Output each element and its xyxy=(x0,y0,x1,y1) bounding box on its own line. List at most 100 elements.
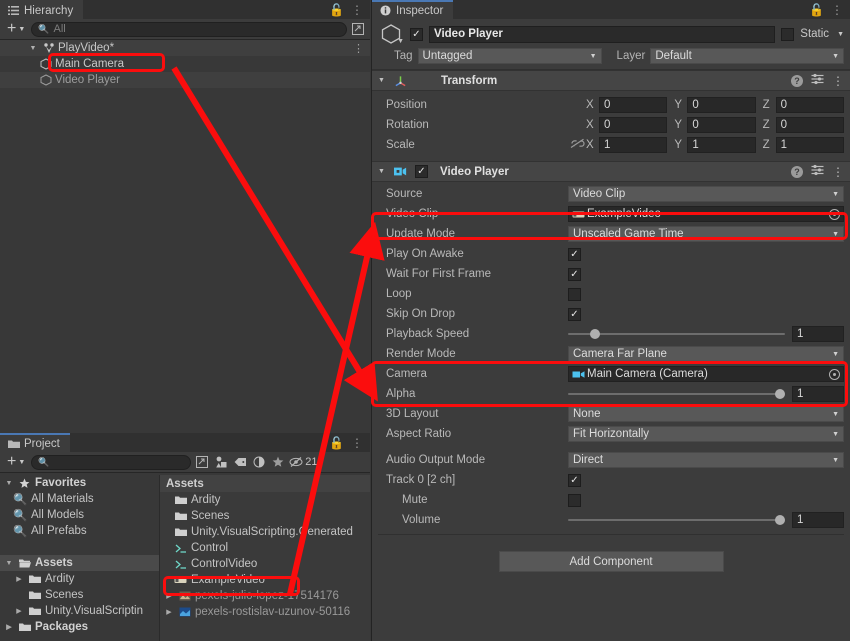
static-checkbox[interactable] xyxy=(781,27,795,41)
rotation-z-input[interactable]: 0 xyxy=(775,117,844,133)
hierarchy-row-video-player[interactable]: Video Player xyxy=(0,72,370,88)
expand-triangle-icon[interactable]: ▶ xyxy=(164,608,174,616)
gameobject-icon[interactable]: ▼ xyxy=(378,23,404,45)
asset-item-pexels-rostislav-uzunov[interactable]: ▶ pexels-rostislav-uzunov-50116 xyxy=(160,604,370,620)
favorites-star-icon[interactable] xyxy=(270,455,286,470)
project-tree-unity-visualscripting[interactable]: ▶ Unity.VisualScriptin xyxy=(0,603,159,619)
preset-icon[interactable] xyxy=(811,73,824,88)
visible-objects-count[interactable]: 21 xyxy=(289,455,318,470)
rotation-x-input[interactable]: 0 xyxy=(599,117,668,133)
wait-first-frame-checkbox[interactable]: ✓ xyxy=(568,267,581,281)
project-tree-ardity[interactable]: ▶ Ardity xyxy=(0,571,159,587)
asset-item-ardity[interactable]: Ardity xyxy=(160,492,370,508)
track0-checkbox[interactable]: ✓ xyxy=(568,473,581,487)
expand-triangle-icon[interactable]: ▶ xyxy=(4,623,14,631)
static-dropdown-icon[interactable]: ▼ xyxy=(837,31,844,38)
hierarchy-menu-icon[interactable]: ⋮ xyxy=(351,4,363,16)
loop-checkbox[interactable] xyxy=(568,287,581,301)
playback-speed-knob[interactable] xyxy=(589,329,600,339)
gameobject-enabled-checkbox[interactable]: ✓ xyxy=(410,27,423,41)
help-icon[interactable]: ? xyxy=(791,74,803,87)
expand-triangle-icon[interactable]: ▶ xyxy=(164,592,174,600)
scale-y-input[interactable]: 1 xyxy=(687,137,756,153)
preset-icon[interactable] xyxy=(811,164,824,179)
project-popout-icon[interactable] xyxy=(194,455,210,470)
project-tree-favorites[interactable]: ▼ Favorites xyxy=(0,475,159,491)
alpha-input[interactable]: 1 xyxy=(792,386,844,402)
constrain-proportions-icon[interactable] xyxy=(568,138,586,152)
tag-dropdown[interactable]: Untagged ▼ xyxy=(417,48,602,64)
position-z-input[interactable]: 0 xyxy=(775,97,844,113)
project-search-input[interactable]: 🔍 xyxy=(31,454,192,470)
render-mode-dropdown[interactable]: Camera Far Plane ▼ xyxy=(568,346,844,362)
transform-menu-icon[interactable]: ⋮ xyxy=(832,75,844,87)
expand-triangle-icon[interactable]: ▶ xyxy=(14,575,24,583)
playback-speed-slider[interactable] xyxy=(568,326,785,342)
filter-by-label-icon[interactable] xyxy=(232,455,248,470)
hierarchy-popout-icon[interactable] xyxy=(350,22,366,37)
rotation-y-input[interactable]: 0 xyxy=(687,117,756,133)
layer-dropdown[interactable]: Default ▼ xyxy=(650,48,844,64)
asset-item-controlvideo[interactable]: ControlVideo xyxy=(160,556,370,572)
asset-item-pexels-julio-lopez[interactable]: ▶ pexels-julio-lopez-17514176 xyxy=(160,588,370,604)
volume-slider[interactable] xyxy=(568,512,785,528)
project-tree-all-prefabs[interactable]: 🔍 All Prefabs xyxy=(0,523,159,539)
project-tree-all-models[interactable]: 🔍 All Models xyxy=(0,507,159,523)
asset-item-unity-visualscripting-generated[interactable]: Unity.VisualScripting.Generated xyxy=(160,524,370,540)
audio-output-dropdown[interactable]: Direct ▼ xyxy=(568,452,844,468)
layout3d-dropdown[interactable]: None ▼ xyxy=(568,406,844,422)
lock-icon[interactable]: 🔓 xyxy=(329,437,344,449)
lock-icon[interactable]: 🔓 xyxy=(329,4,344,16)
hierarchy-add-button[interactable]: + ▼ xyxy=(4,21,28,37)
filter-by-type-icon[interactable] xyxy=(213,455,229,470)
volume-knob[interactable] xyxy=(775,515,785,525)
aspect-ratio-dropdown[interactable]: Fit Horizontally ▼ xyxy=(568,426,844,442)
project-tree-assets[interactable]: ▼ Assets xyxy=(0,555,159,571)
hierarchy-row-main-camera[interactable]: Main Camera xyxy=(0,56,370,72)
skip-on-drop-checkbox[interactable]: ✓ xyxy=(568,307,581,321)
volume-input[interactable]: 1 xyxy=(792,512,844,528)
camera-objectfield[interactable]: Main Camera (Camera) xyxy=(568,366,844,382)
source-dropdown[interactable]: Video Clip ▼ xyxy=(568,186,844,202)
object-picker-icon[interactable] xyxy=(829,368,840,380)
object-picker-icon[interactable] xyxy=(829,208,840,220)
mute-checkbox[interactable] xyxy=(568,493,581,507)
position-y-input[interactable]: 0 xyxy=(687,97,756,113)
chevron-down-icon[interactable]: ▼ xyxy=(397,38,404,45)
scale-x-input[interactable]: 1 xyxy=(599,137,668,153)
expand-triangle-icon[interactable]: ▶ xyxy=(14,607,24,615)
scene-visibility-icon[interactable] xyxy=(251,455,267,470)
hierarchy-row-scene[interactable]: ▼ PlayVideo* ⋮ xyxy=(0,40,370,56)
tab-hierarchy[interactable]: Hierarchy xyxy=(0,0,84,19)
tab-project[interactable]: Project xyxy=(0,433,70,452)
asset-item-examplevideo[interactable]: ExampleVideo xyxy=(160,572,370,588)
video-clip-objectfield[interactable]: ExampleVideo xyxy=(568,206,844,222)
help-icon[interactable]: ? xyxy=(791,165,803,178)
asset-item-scenes[interactable]: Scenes xyxy=(160,508,370,524)
project-add-button[interactable]: + ▼ xyxy=(4,454,28,470)
videoplayer-menu-icon[interactable]: ⋮ xyxy=(832,166,844,178)
alpha-knob[interactable] xyxy=(775,389,785,399)
expand-triangle-icon[interactable]: ▼ xyxy=(4,560,14,567)
transform-component-header[interactable]: ▼ Transform ? ⋮ xyxy=(372,70,850,91)
inspector-menu-icon[interactable]: ⋮ xyxy=(831,4,843,16)
expand-triangle-icon[interactable]: ▼ xyxy=(4,480,14,487)
position-x-input[interactable]: 0 xyxy=(599,97,668,113)
lock-icon[interactable]: 🔓 xyxy=(809,4,824,16)
tab-inspector[interactable]: Inspector xyxy=(372,0,454,19)
project-menu-icon[interactable]: ⋮ xyxy=(351,437,363,449)
scene-menu-icon[interactable]: ⋮ xyxy=(353,42,364,55)
project-tree-scenes[interactable]: ▶ Scenes xyxy=(0,587,159,603)
gameobject-name-input[interactable]: Video Player xyxy=(429,25,776,43)
add-component-button[interactable]: Add Component xyxy=(498,551,724,572)
update-mode-dropdown[interactable]: Unscaled Game Time ▼ xyxy=(568,226,844,242)
expand-triangle-icon[interactable]: ▼ xyxy=(378,77,388,84)
alpha-slider[interactable] xyxy=(568,386,785,402)
project-tree-packages[interactable]: ▶ Packages xyxy=(0,619,159,635)
play-on-awake-checkbox[interactable]: ✓ xyxy=(568,247,581,261)
playback-speed-input[interactable]: 1 xyxy=(792,326,844,342)
asset-item-control[interactable]: Control xyxy=(160,540,370,556)
scale-z-input[interactable]: 1 xyxy=(775,137,844,153)
videoplayer-component-header[interactable]: ▼ ✓ Video Player ? ⋮ xyxy=(372,161,850,182)
videoplayer-enabled-checkbox[interactable]: ✓ xyxy=(415,165,428,178)
